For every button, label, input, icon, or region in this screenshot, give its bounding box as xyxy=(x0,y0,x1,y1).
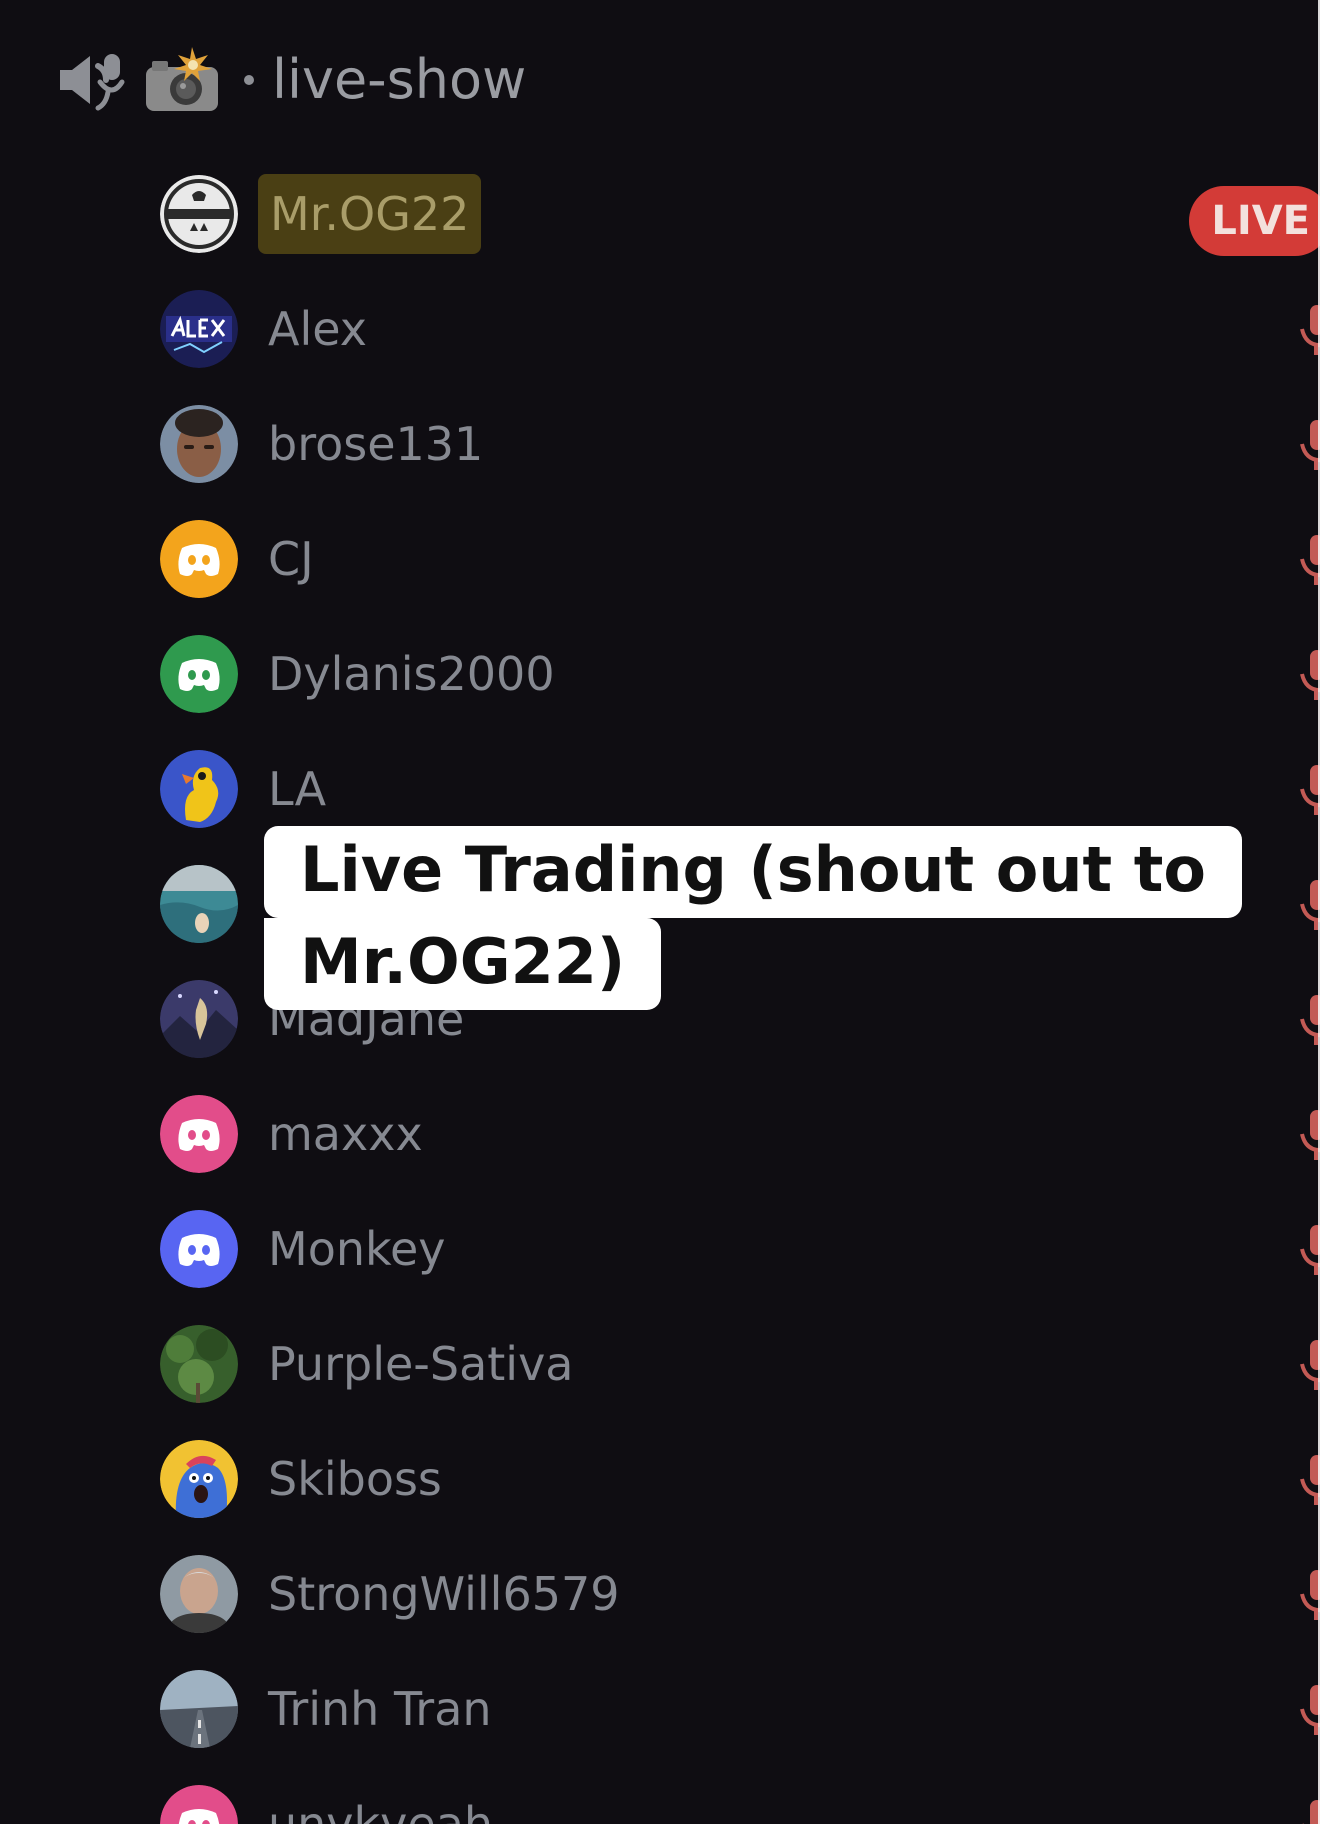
user-name: StrongWill6579 xyxy=(268,1566,620,1621)
user-row-strongwill6579[interactable]: StrongWill6579 xyxy=(160,1536,1320,1651)
user-row-purple-sativa[interactable]: Purple-Sativa xyxy=(160,1306,1320,1421)
user-row-alex[interactable]: Alex xyxy=(160,271,1320,386)
muted-mic-icon[interactable] xyxy=(1296,878,1320,932)
discord-default-avatar-icon xyxy=(160,1784,238,1824)
discord-default-avatar-icon xyxy=(160,519,238,598)
discord-default-avatar-icon xyxy=(160,634,238,713)
avatar xyxy=(160,1554,238,1633)
muted-mic-icon[interactable] xyxy=(1296,1453,1320,1507)
channel-dot xyxy=(244,75,254,85)
voice-channel-header[interactable]: live-show xyxy=(56,40,526,120)
avatar xyxy=(160,979,238,1058)
user-row-skiboss[interactable]: Skiboss xyxy=(160,1421,1320,1536)
muted-mic-icon[interactable] xyxy=(1296,1568,1320,1622)
muted-mic-icon[interactable] xyxy=(1296,1223,1320,1277)
user-name: Trinh Tran xyxy=(268,1681,492,1736)
caption-line-2: Mr.OG22) xyxy=(264,918,662,1010)
avatar xyxy=(160,289,238,368)
user-name: Purple-Sativa xyxy=(268,1336,574,1391)
video-caption-overlay: Live Trading (shout out to Mr.OG22) xyxy=(264,826,1284,1010)
user-name: Dylanis2000 xyxy=(268,646,555,701)
avatar xyxy=(160,1669,238,1748)
muted-mic-icon[interactable] xyxy=(1296,533,1320,587)
muted-mic-icon[interactable] xyxy=(1296,648,1320,702)
user-row-trinh-tran[interactable]: Trinh Tran xyxy=(160,1651,1320,1766)
user-row-mr-og22[interactable]: Mr.OG22 LIVE xyxy=(160,156,1320,271)
user-name: Monkey xyxy=(268,1221,446,1276)
muted-mic-icon[interactable] xyxy=(1296,1338,1320,1392)
user-name: LA xyxy=(268,761,327,816)
caption-line-1: Live Trading (shout out to xyxy=(264,826,1242,918)
muted-mic-icon[interactable] xyxy=(1296,1108,1320,1162)
user-row-brose131[interactable]: brose131 xyxy=(160,386,1320,501)
user-name: maxxx xyxy=(268,1106,423,1161)
camera-flash-icon xyxy=(146,47,218,111)
muted-mic-icon[interactable] xyxy=(1296,303,1320,357)
avatar xyxy=(160,174,238,253)
discord-default-avatar-icon xyxy=(160,1094,238,1173)
speaker-voice-icon xyxy=(60,54,125,111)
user-name: Mr.OG22 xyxy=(258,173,482,254)
user-row-unvkveah[interactable]: unvkveah xyxy=(160,1766,1320,1824)
discord-default-avatar-icon xyxy=(160,1209,238,1288)
muted-mic-icon[interactable] xyxy=(1296,418,1320,472)
muted-mic-icon[interactable] xyxy=(1296,993,1320,1047)
user-name: Alex xyxy=(268,301,367,356)
channel-name[interactable]: live-show xyxy=(272,40,526,120)
muted-mic-icon[interactable] xyxy=(1296,763,1320,817)
user-row-dylanis2000[interactable]: Dylanis2000 xyxy=(160,616,1320,731)
user-name: unvkveah xyxy=(268,1796,494,1824)
user-row-maxxx[interactable]: maxxx xyxy=(160,1076,1320,1191)
muted-mic-icon[interactable] xyxy=(1296,1798,1320,1824)
avatar xyxy=(160,404,238,483)
avatar xyxy=(160,1439,238,1518)
muted-mic-icon[interactable] xyxy=(1296,1683,1320,1737)
avatar xyxy=(160,864,238,943)
user-row-monkey[interactable]: Monkey xyxy=(160,1191,1320,1306)
user-row-cj[interactable]: CJ xyxy=(160,501,1320,616)
user-name: Skiboss xyxy=(268,1451,442,1506)
avatar xyxy=(160,1324,238,1403)
live-badge[interactable]: LIVE xyxy=(1189,186,1320,256)
user-name: CJ xyxy=(268,531,314,586)
voice-channel-panel: live-show Mr.OG22 LIVE Alex brose131 CJ … xyxy=(0,0,1320,1824)
user-name: brose131 xyxy=(268,416,484,471)
avatar xyxy=(160,749,238,828)
